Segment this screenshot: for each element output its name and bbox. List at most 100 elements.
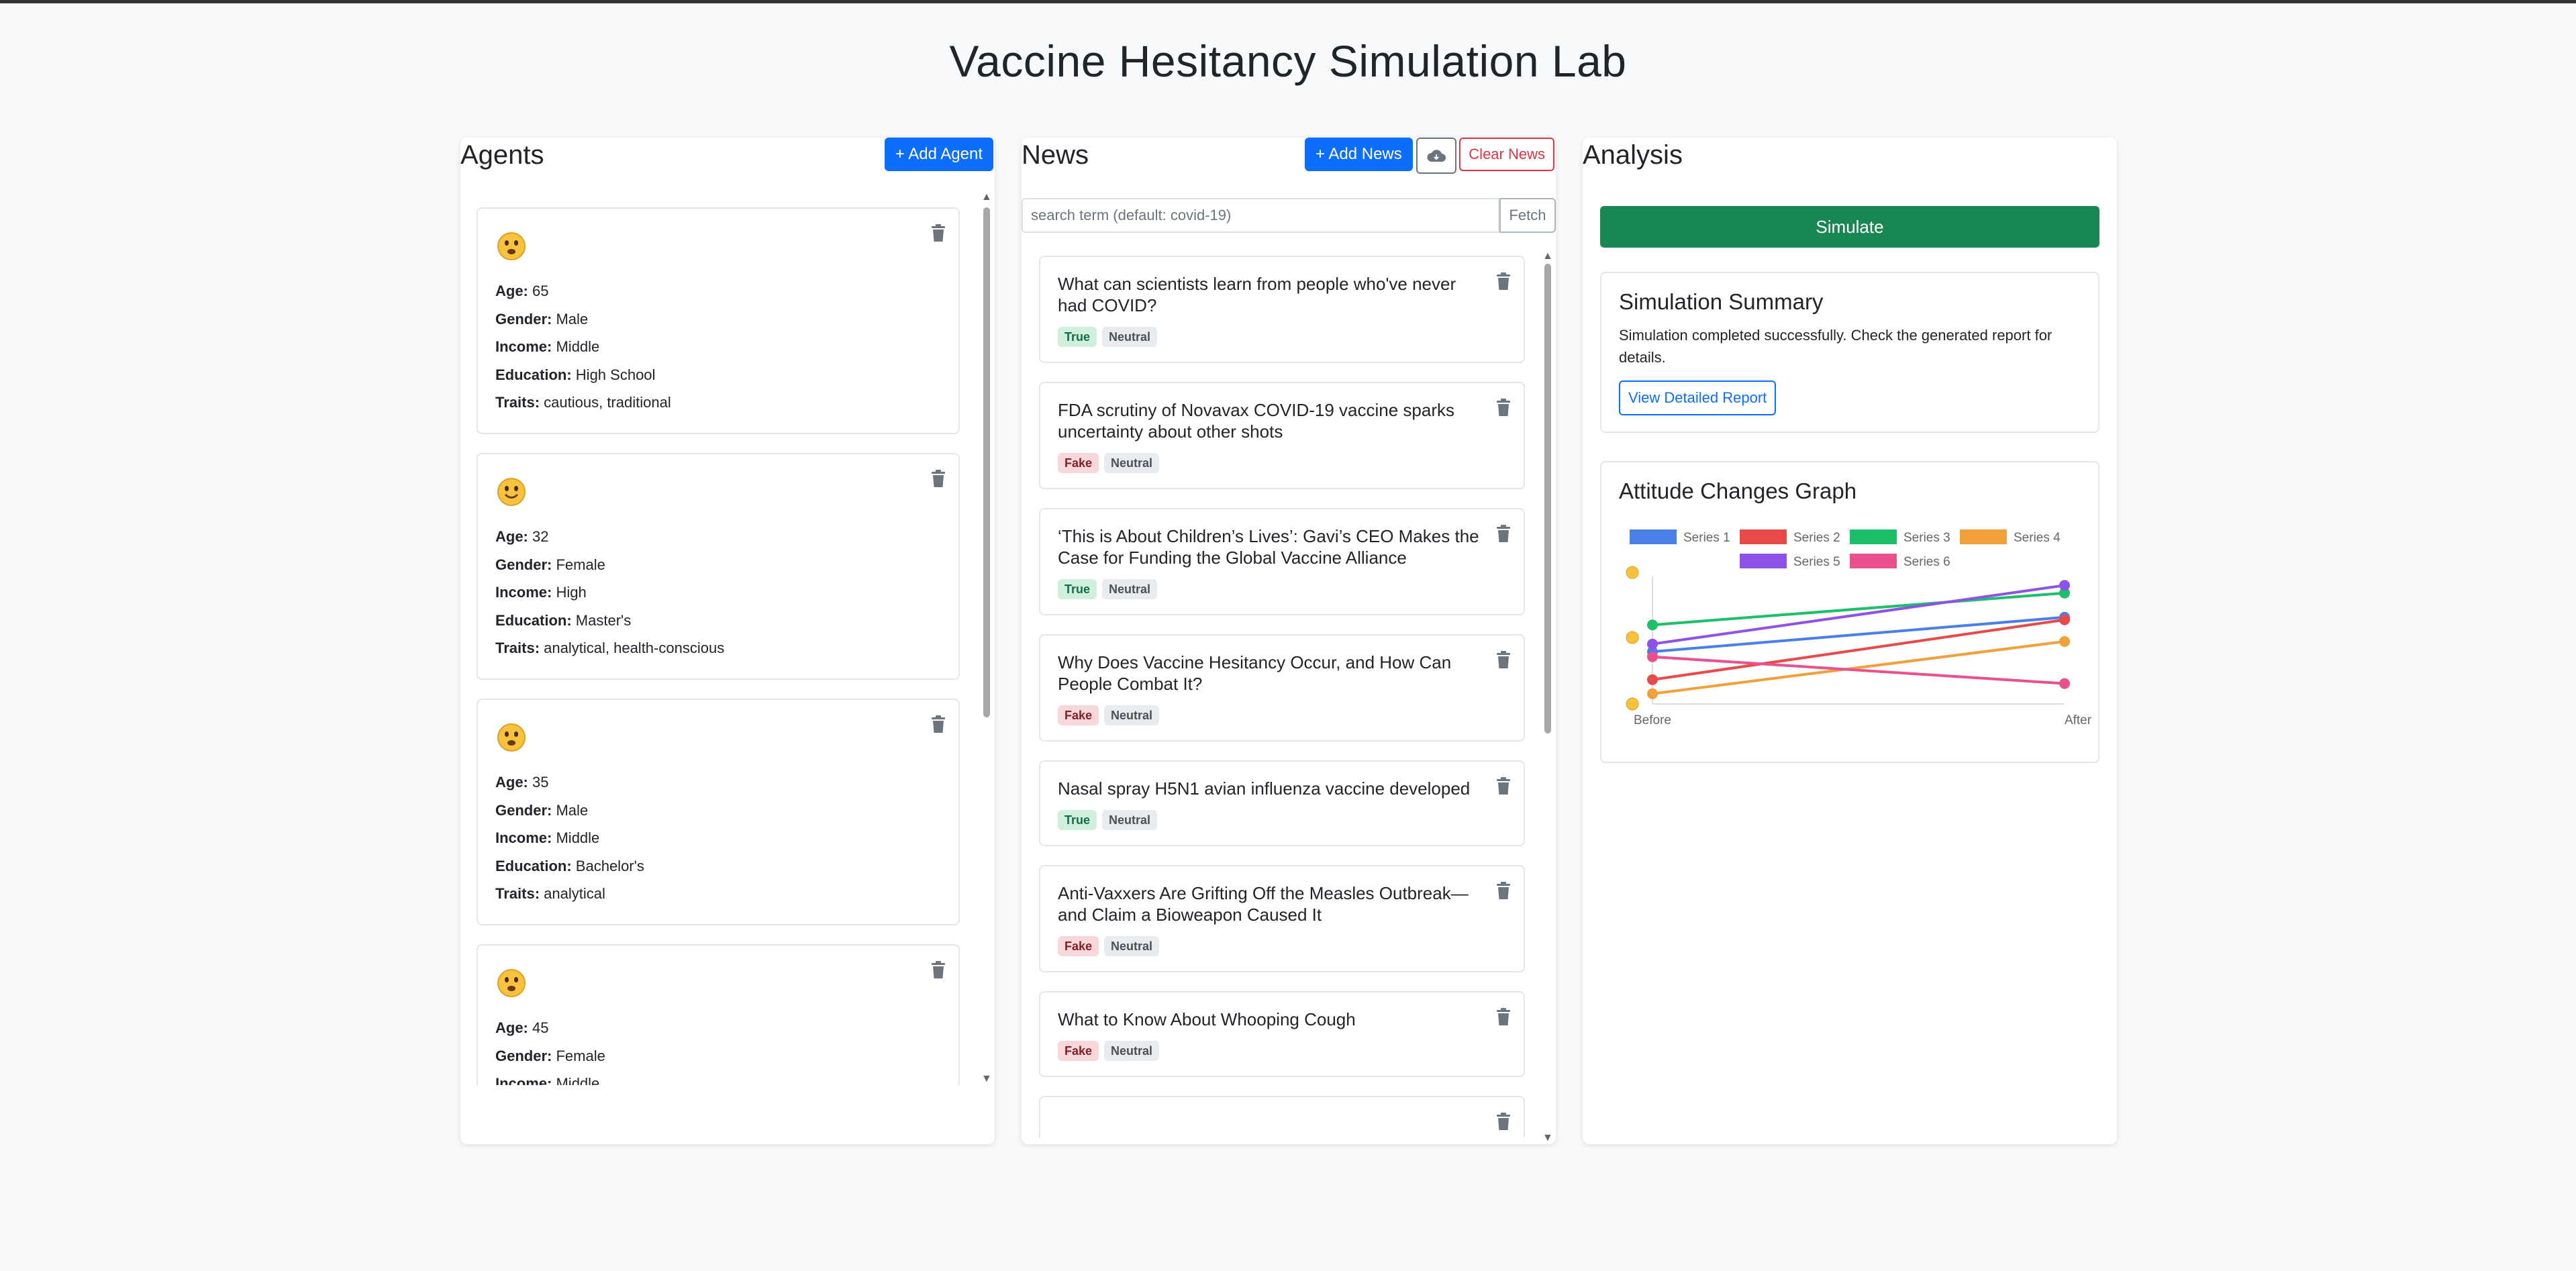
cloud-download-button[interactable]	[1416, 138, 1456, 174]
scroll-up-arrow-icon[interactable]: ▲	[981, 191, 992, 203]
data-point[interactable]	[1647, 674, 1658, 685]
news-card: Anti-Vaxxers Are Grifting Off the Measle…	[1039, 865, 1525, 972]
y-tick-emoji-icon	[1626, 566, 1639, 579]
data-point[interactable]	[1647, 638, 1658, 650]
delete-agent-trash-icon[interactable]	[930, 469, 946, 488]
agent-card: Age: 65 Gender: Male Income: Middle Educati…	[477, 207, 960, 434]
legend-label[interactable]: Series 6	[1903, 555, 1950, 569]
delete-agent-trash-icon[interactable]	[930, 715, 946, 733]
data-point[interactable]	[2059, 636, 2070, 647]
legend-label[interactable]: Series 1	[1683, 531, 1730, 545]
agent-attributes: Age: 35 Gender: Male Income: Middle Educati…	[495, 768, 644, 908]
news-headline: What can scientists learn from people wh…	[1058, 274, 1456, 315]
clear-news-button[interactable]: Clear News	[1459, 138, 1554, 171]
agents-scrollbar[interactable]: ▲ ▼	[981, 191, 992, 1085]
legend-label[interactable]: Series 3	[1903, 531, 1950, 545]
news-title: News	[1022, 140, 1089, 170]
delete-news-trash-icon[interactable]	[1495, 650, 1512, 669]
legend-label[interactable]: Series 5	[1793, 555, 1840, 569]
legend-swatch[interactable]	[1740, 554, 1787, 568]
agent-gender: Gender: Female	[495, 556, 605, 573]
data-point[interactable]	[2059, 678, 2070, 689]
agent-traits: Traits: analytical, health-conscious	[495, 640, 725, 656]
delete-news-trash-icon[interactable]	[1495, 776, 1512, 795]
agent-attributes: Age: 45Gender: FemaleIncome: MiddleEduca…	[495, 1014, 605, 1085]
news-scrollbar[interactable]: ▲ ▼	[1542, 250, 1553, 1144]
graph-title: Attitude Changes Graph	[1619, 478, 1857, 503]
stance-badge: Neutral	[1104, 936, 1160, 956]
delete-news-trash-icon[interactable]	[1495, 398, 1512, 417]
data-point[interactable]	[1647, 619, 1658, 631]
data-point[interactable]	[2059, 614, 2070, 625]
agent-gender: Gender: Female	[495, 1047, 605, 1064]
data-point[interactable]	[2059, 580, 2070, 591]
cloud-icon	[1427, 150, 1446, 162]
agent-attributes: Age: 65 Gender: Male Income: Middle Educati…	[495, 277, 671, 417]
news-card: FDA scrutiny of Novavax COVID-19 vaccine…	[1039, 382, 1525, 489]
face-with-open-mouth-icon	[497, 968, 526, 998]
analysis-title: Analysis	[1583, 140, 1683, 170]
agents-panel: Agents + Add Agent Age: 65 Gender: Male In…	[460, 138, 995, 1144]
agent-age: Age: 65	[495, 283, 549, 299]
delete-news-trash-icon[interactable]	[1495, 881, 1512, 900]
y-tick-emoji-icon	[1626, 697, 1639, 711]
veracity-badge: Fake	[1058, 1041, 1099, 1061]
agent-education: Education: High School	[495, 366, 656, 383]
delete-news-trash-icon[interactable]	[1495, 1112, 1512, 1131]
delete-agent-trash-icon[interactable]	[930, 960, 946, 979]
agents-title: Agents	[460, 140, 544, 170]
stance-badge: Neutral	[1102, 579, 1158, 599]
view-report-button[interactable]: View Detailed Report	[1619, 380, 1777, 415]
news-scroll-thumb[interactable]	[1544, 264, 1551, 733]
scroll-up-arrow-icon[interactable]: ▲	[1542, 250, 1553, 262]
veracity-badge: True	[1058, 579, 1097, 599]
legend-label[interactable]: Series 2	[1793, 531, 1840, 545]
stance-badge: Neutral	[1102, 810, 1158, 830]
news-headline: Nasal spray H5N1 avian influenza vaccine…	[1058, 778, 1471, 799]
agents-list[interactable]: Age: 65 Gender: Male Income: Middle Educati…	[477, 207, 960, 1085]
legend-label[interactable]: Series 4	[2014, 531, 2061, 545]
add-news-button[interactable]: + Add News	[1305, 138, 1413, 171]
page-title: Vaccine Hesitancy Simulation Lab	[949, 36, 1627, 86]
data-point[interactable]	[1647, 688, 1658, 699]
agent-gender: Gender: Male	[495, 801, 589, 819]
legend-swatch[interactable]	[1630, 529, 1677, 544]
agent-card: Age: 45Gender: FemaleIncome: MiddleEduca…	[477, 944, 960, 1085]
agents-scroll-thumb[interactable]	[983, 207, 990, 717]
news-headline: What to Know About Whooping Cough	[1058, 1009, 1356, 1029]
agent-traits: Traits: cautious, traditional	[495, 394, 671, 411]
agent-attributes: Age: 32 Gender: Female Income: High Educati…	[495, 523, 724, 662]
scroll-down-arrow-icon[interactable]: ▼	[981, 1073, 992, 1085]
delete-agent-trash-icon[interactable]	[930, 223, 946, 242]
news-card: Nasal spray H5N1 avian influenza vaccine…	[1039, 760, 1525, 846]
attitude-line-chart: Series 1 Series 2 Series 3 Series 4 Series 5…	[1626, 529, 2092, 727]
add-agent-button[interactable]: + Add Agent	[884, 138, 993, 171]
data-point[interactable]	[1647, 651, 1658, 662]
agent-income: Income: Middle	[495, 829, 600, 846]
simulation-summary-card: Simulation Summary Simulation completed …	[1600, 272, 2099, 433]
legend-swatch[interactable]	[1850, 529, 1897, 544]
stance-badge: Neutral	[1104, 705, 1160, 725]
scroll-down-arrow-icon[interactable]: ▼	[1542, 1132, 1553, 1144]
legend-swatch[interactable]	[1960, 529, 2007, 544]
delete-news-trash-icon[interactable]	[1495, 1007, 1512, 1026]
agent-income: Income: Middle	[495, 338, 600, 355]
news-card: What to Know About Whooping Cough Fake Neu…	[1039, 991, 1525, 1077]
agent-income: Income: Middle	[495, 1075, 600, 1085]
legend-swatch[interactable]	[1740, 529, 1787, 544]
x-tick-label: After	[2065, 713, 2092, 727]
veracity-badge: True	[1058, 327, 1097, 347]
legend-swatch[interactable]	[1850, 554, 1897, 568]
news-panel: News + Add News Clear News Fetch What ca…	[1022, 138, 1556, 1144]
x-tick-label: Before	[1634, 713, 1671, 727]
delete-news-trash-icon[interactable]	[1495, 272, 1512, 291]
news-search-input[interactable]	[1022, 198, 1499, 233]
delete-news-trash-icon[interactable]	[1495, 524, 1512, 543]
face-with-open-mouth-icon	[497, 723, 526, 752]
news-headline: Anti-Vaxxers Are Grifting Off the Measle…	[1058, 883, 1469, 925]
fetch-button[interactable]: Fetch	[1499, 198, 1556, 233]
veracity-badge: True	[1058, 810, 1097, 830]
simulate-button[interactable]: Simulate	[1600, 206, 2099, 248]
news-card: ‘This is About Children’s Lives’: Gavi’s…	[1039, 508, 1525, 615]
news-list[interactable]: What can scientists learn from people wh…	[1039, 256, 1526, 1137]
